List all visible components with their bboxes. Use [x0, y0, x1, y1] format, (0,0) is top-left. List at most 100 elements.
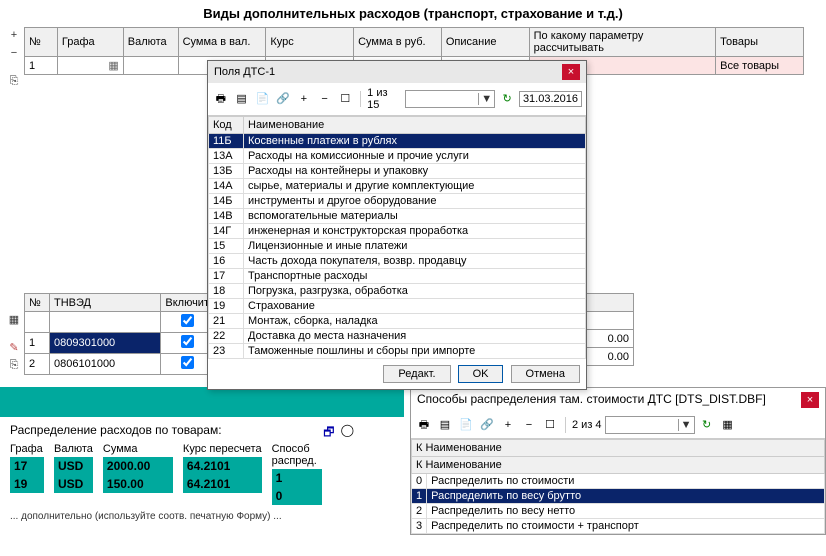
edit-button[interactable]: Редакт. — [383, 365, 450, 383]
filter-icon[interactable]: ▤ — [233, 90, 251, 108]
doc-icon[interactable]: 📄 — [457, 416, 475, 434]
print-icon[interactable]: 🖶 — [415, 416, 433, 434]
col-code[interactable]: Код — [209, 117, 244, 134]
cell-name: Доставка до места назначения — [244, 329, 586, 344]
lbl-grafa: Графа — [10, 443, 44, 455]
side-toolbar-2: ▦ ✎ ⎘ — [4, 293, 24, 377]
cell-num[interactable]: 1 — [25, 57, 58, 75]
cell-name: Распределить по стоимости — [427, 474, 825, 489]
close-icon[interactable]: × — [562, 64, 580, 80]
list-item[interactable]: 23Таможенные пошлины и сборы при импорте — [209, 344, 586, 359]
add-row-icon[interactable]: + — [4, 29, 24, 47]
list-item[interactable]: 13АРасходы на комиссионные и прочие услу… — [209, 149, 586, 164]
list-item[interactable]: 14Асырье, материалы и другие комплектующ… — [209, 179, 586, 194]
include-checkbox[interactable] — [181, 335, 194, 348]
cell[interactable]: 0806101000 — [50, 354, 161, 375]
cell[interactable]: 2 — [25, 354, 50, 375]
list-item[interactable]: 11БКосвенные платежи в рублях — [209, 134, 586, 149]
col-incl[interactable]: Включит — [161, 294, 214, 312]
date-field[interactable]: 31.03.2016 — [519, 91, 582, 107]
date-icon[interactable]: ▦ — [719, 416, 737, 434]
list-item[interactable]: 14Гинженерная и конструкторская проработ… — [209, 224, 586, 239]
copy-icon[interactable]: ⎘ — [4, 75, 24, 93]
cell-k: 0 — [412, 474, 427, 489]
new-icon[interactable]: ☐ — [336, 90, 354, 108]
plus-icon[interactable]: + — [295, 90, 313, 108]
list-item[interactable]: 3Распределить по стоимости + транспорт — [412, 519, 825, 534]
list-item[interactable]: 17Транспортные расходы — [209, 269, 586, 284]
link-icon[interactable]: 🔗 — [274, 90, 292, 108]
list-item[interactable]: 15Лицензионные и иные платежи — [209, 239, 586, 254]
cell-name: Распределить по весу нетто — [427, 504, 825, 519]
minus-icon[interactable]: − — [520, 416, 538, 434]
refresh-icon[interactable]: ↻ — [498, 90, 516, 108]
list-item[interactable]: 14Бинструменты и другое оборудование — [209, 194, 586, 209]
dialog-title-text: Поля ДТС-1 — [214, 66, 275, 78]
edit-icon[interactable]: ✎ — [4, 341, 24, 359]
table-row[interactable]: 1 0809301000 — [25, 333, 214, 354]
col-tovary[interactable]: Товары — [716, 28, 804, 57]
col-summa-rub[interactable]: Сумма в руб. — [354, 28, 442, 57]
filter-icon[interactable]: ▤ — [436, 416, 454, 434]
list-item[interactable]: 22Доставка до места назначения — [209, 329, 586, 344]
cell-code: 16 — [209, 254, 244, 269]
hdr2[interactable]: К Наименование — [412, 457, 825, 474]
col-valuta[interactable]: Валюта — [123, 28, 178, 57]
filter-combo-2[interactable]: ▼ — [605, 416, 695, 434]
cell-tovary[interactable]: Все товары — [716, 57, 804, 75]
col-empty — [585, 294, 634, 312]
close-icon-2[interactable]: × — [801, 392, 819, 408]
col-name[interactable]: Наименование — [244, 117, 586, 134]
minus-icon[interactable]: − — [316, 90, 334, 108]
table-row[interactable]: 2 0806101000 — [25, 354, 214, 375]
cell-val[interactable]: 0.00 — [585, 330, 634, 348]
expand-icon[interactable]: ◯ — [341, 423, 354, 437]
cell-valuta[interactable] — [123, 57, 178, 75]
filter-combo[interactable]: ▼ — [405, 90, 495, 108]
list-item[interactable]: 21Монтаж, сборка, наладка — [209, 314, 586, 329]
copy-icon-2[interactable]: ⎘ — [4, 359, 24, 377]
list-item[interactable]: 16Часть дохода покупателя, возвр. продав… — [209, 254, 586, 269]
refresh-icon[interactable]: ↻ — [698, 416, 716, 434]
list-item[interactable]: 2Распределить по весу нетто — [412, 504, 825, 519]
cell-name: инженерная и конструкторская проработка — [244, 224, 586, 239]
col-opis[interactable]: Описание — [441, 28, 529, 57]
include-checkbox[interactable] — [181, 356, 194, 369]
table-row[interactable] — [25, 312, 214, 333]
dist-methods-dialog: Способы распределения там. стоимости ДТС… — [410, 387, 826, 535]
cell-grafa[interactable]: ▦ — [57, 57, 123, 75]
print-icon[interactable]: 🖶 — [212, 90, 230, 108]
link-icon[interactable]: 🔗 — [478, 416, 496, 434]
lbl-valuta: Валюта — [54, 443, 93, 455]
col-kurs[interactable]: Курс — [266, 28, 354, 57]
col-grafa[interactable]: Графа — [57, 28, 123, 57]
new-icon[interactable]: ☐ — [541, 416, 559, 434]
cell[interactable]: 1 — [25, 333, 50, 354]
list-item[interactable]: 18Погрузка, разгрузка, обработка — [209, 284, 586, 299]
col-num[interactable]: № — [25, 28, 58, 57]
list-item[interactable]: 0Распределить по стоимости — [412, 474, 825, 489]
remove-row-icon[interactable]: − — [4, 47, 24, 65]
cell[interactable]: 0809301000 — [50, 333, 161, 354]
cancel-button[interactable]: Отмена — [511, 365, 580, 383]
col-tnved[interactable]: ТНВЭД — [50, 294, 161, 312]
col-param[interactable]: По какому параметру рассчитывать — [529, 28, 716, 57]
cell-k: 1 — [412, 489, 427, 504]
popup-icon[interactable]: 🗗 — [323, 423, 334, 444]
lbl-sposob: Способ распред. — [272, 443, 322, 467]
ok-button[interactable]: OK — [458, 365, 504, 383]
col-num2[interactable]: № — [25, 294, 50, 312]
action-icon[interactable]: ▦ — [4, 313, 24, 331]
list-item[interactable]: 19Страхование — [209, 299, 586, 314]
list-item[interactable]: 14Ввспомогательные материалы — [209, 209, 586, 224]
list-item[interactable]: 1Распределить по весу брутто — [412, 489, 825, 504]
cell-val[interactable]: 0.00 — [585, 348, 634, 366]
list-item[interactable]: 13БРасходы на контейнеры и упаковку — [209, 164, 586, 179]
col-summa-val[interactable]: Сумма в вал. — [178, 28, 266, 57]
cell-name: Лицензионные и иные платежи — [244, 239, 586, 254]
hdr1[interactable]: К Наименование — [412, 440, 825, 457]
doc-icon[interactable]: 📄 — [253, 90, 271, 108]
include-checkbox[interactable] — [181, 314, 194, 327]
plus-icon[interactable]: + — [499, 416, 517, 434]
cell-name: Распределить по стоимости + транспорт — [427, 519, 825, 534]
